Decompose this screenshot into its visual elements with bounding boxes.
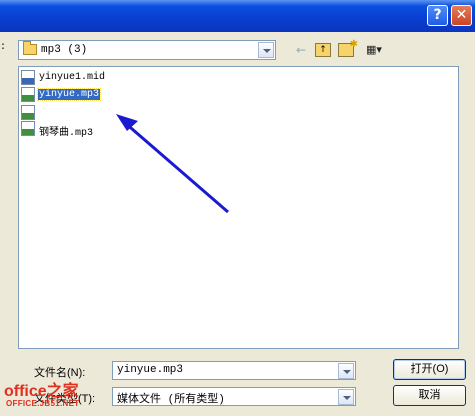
annotation-arrow [116, 114, 229, 214]
arrow-head [116, 114, 138, 131]
chevron-down-icon[interactable] [338, 363, 354, 379]
open-button[interactable]: 打开(O) [393, 359, 466, 380]
cancel-button[interactable]: 取消 [393, 385, 466, 406]
filetype-combobox[interactable]: 媒体文件 (所有类型) [112, 387, 356, 406]
chevron-down-icon[interactable] [338, 389, 354, 405]
arrow-shaft [123, 120, 229, 214]
watermark-brand: office之家 [4, 383, 79, 400]
watermark-url: OFFICE.JB51.NET [6, 399, 80, 408]
watermark-logo: office之家 OFFICE.JB51.NET [4, 377, 100, 413]
filename-combobox[interactable]: yinyue.mp3 [112, 361, 356, 380]
filetype-value: 媒体文件 (所有类型) [117, 394, 225, 406]
filename-value[interactable]: yinyue.mp3 [117, 364, 183, 376]
